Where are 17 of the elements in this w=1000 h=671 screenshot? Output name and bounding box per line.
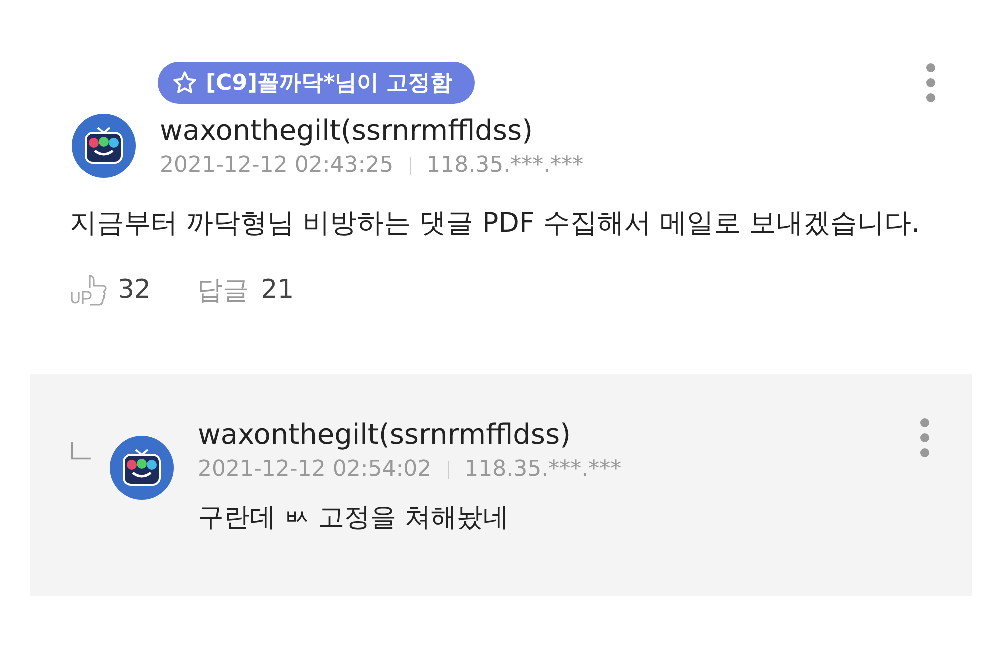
reply-text: 구란데 ㅄ 고정을 쳐해놨네 [198, 502, 510, 535]
pinned-text: [C9]꼴까닥*님이 고정함 [206, 70, 453, 98]
ip-address: 118.35.***.*** [464, 457, 622, 482]
username[interactable]: waxonthegilt(ssrnrmffldss) [160, 114, 584, 147]
reply-corner-icon [70, 440, 92, 462]
star-icon [172, 70, 198, 96]
reply-count: 21 [261, 275, 294, 305]
ip-address: 118.35.***.*** [426, 153, 584, 178]
like-count: 32 [118, 275, 152, 305]
avatar-icon [110, 436, 174, 500]
comment-text: 지금부터 까닥형님 비방하는 댓글 PDF 수집해서 메일로 보내겠습니다. [70, 207, 922, 241]
username[interactable]: waxonthegilt(ssrnrmffldss) [198, 418, 920, 451]
avatar-icon [72, 114, 136, 178]
comment-date: 2021-12-12 02:43:25 [160, 153, 394, 178]
reply-date: 2021-12-12 02:54:02 [198, 457, 432, 482]
more-icon[interactable] [926, 63, 936, 103]
more-icon[interactable] [920, 418, 930, 458]
